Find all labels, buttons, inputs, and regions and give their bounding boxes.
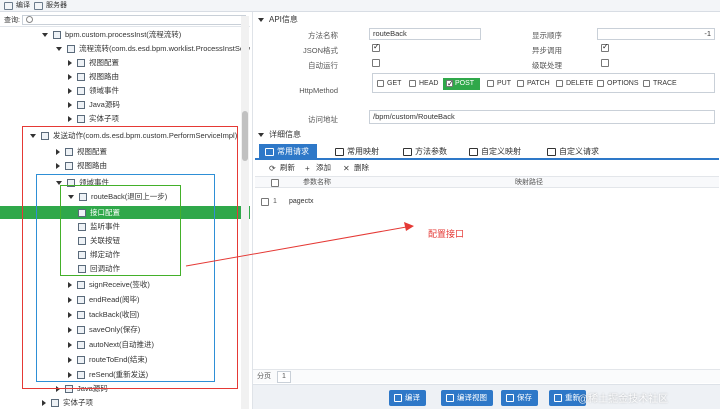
watermark: @稀土掘金技术社区 (578, 394, 669, 405)
annotation-arrow (185, 222, 414, 267)
annotation-label: 配置接口 (428, 229, 465, 239)
